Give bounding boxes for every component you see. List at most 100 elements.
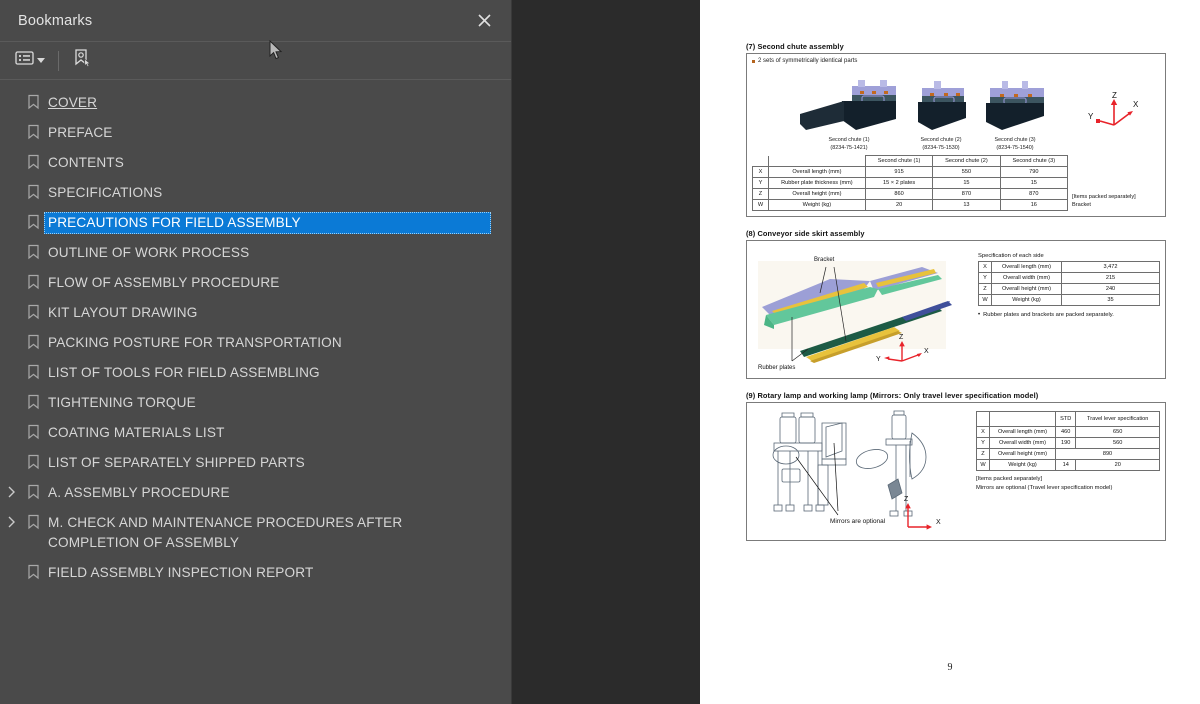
bookmark-item-outline-of-work-process[interactable]: OUTLINE OF WORK PROCESS [0, 238, 511, 268]
bookmark-options-button[interactable] [12, 48, 48, 74]
axis-indicator-7: Z X Y [1086, 89, 1144, 138]
section-7: (7) Second chute assembly 2 sets of symm… [746, 42, 1166, 217]
table-cell-value: 240 [1061, 283, 1160, 295]
bookmark-item-coating-materials-list[interactable]: COATING MATERIALS LIST [0, 418, 511, 448]
bookmark-item-label: PRECAUTIONS FOR FIELD ASSEMBLY [44, 212, 491, 234]
bookmark-item-contents[interactable]: CONTENTS [0, 148, 511, 178]
bookmark-item-cover[interactable]: COVER [0, 88, 511, 118]
bookmark-item-label: A. ASSEMBLY PROCEDURE [48, 485, 230, 500]
table-row: Y Overall width (mm) 215 [978, 272, 1160, 284]
table-header-chute1: Second chute (1) [864, 155, 934, 167]
section-8-table: X Overall length (mm) 3,472 Y Overall wi… [978, 261, 1160, 306]
section-7-note: 2 sets of symmetrically identical parts [752, 58, 1160, 64]
table-cell-value: 790 [999, 166, 1069, 178]
bookmarks-toolbar [0, 42, 511, 80]
section-7-title: (7) Second chute assembly [746, 42, 844, 51]
svg-text:Y: Y [1088, 112, 1094, 121]
table-row: W Weight (kg) 35 [978, 294, 1160, 306]
bullet-square-icon [752, 59, 755, 63]
bookmark-item-tightening-torque[interactable]: TIGHTENING TORQUE [0, 388, 511, 418]
chevron-right-icon[interactable] [0, 482, 22, 498]
spec-title: Specification of each side [978, 253, 1044, 259]
table-cell-value: 15 [999, 177, 1069, 189]
bookmark-flag-icon [22, 482, 44, 500]
section-9-spec: STD Travel lever specification X Overall… [976, 407, 1160, 535]
bookmark-item-packing-posture-for-transportation[interactable]: PACKING POSTURE FOR TRANSPORTATION [0, 328, 511, 358]
table-cell-label: Overall width (mm) [989, 437, 1056, 449]
figure-caption: Second chute (2) [920, 137, 962, 143]
bookmark-item-flow-of-assembly-procedure[interactable]: FLOW OF ASSEMBLY PROCEDURE [0, 268, 511, 298]
bookmark-item-field-assembly-inspection-report[interactable]: FIELD ASSEMBLY INSPECTION REPORT [0, 558, 511, 588]
table-cell-axis: Z [752, 188, 769, 200]
bookmark-flag-icon [22, 152, 44, 170]
section-8: (8) Conveyor side skirt assembly Bracket… [746, 229, 1166, 379]
table-cell-value: 215 [1061, 272, 1160, 284]
table-header-row: Second chute (1) Second chute (2) Second… [752, 155, 1069, 167]
table-cell-value: 915 [864, 166, 934, 178]
bookmark-item-label: FIELD ASSEMBLY INSPECTION REPORT [48, 565, 314, 580]
table-cell-value-travel: 20 [1075, 459, 1160, 471]
table-cell-value-travel: 560 [1075, 437, 1160, 449]
svg-text:Z: Z [1112, 91, 1117, 100]
bookmark-item-a-assembly-procedure[interactable]: A. ASSEMBLY PROCEDURE [0, 478, 511, 508]
bookmark-item-kit-layout-drawing[interactable]: KIT LAYOUT DRAWING [0, 298, 511, 328]
pdf-viewer-window: Bookmarks COVER PREFACE CONTENTS SPECIFI… [0, 0, 1200, 704]
bookmark-flag-icon [22, 212, 44, 230]
bookmark-item-label: LIST OF TOOLS FOR FIELD ASSEMBLING [48, 365, 320, 380]
figure-caption: Second chute (1) [828, 137, 870, 143]
bookmark-item-precautions-for-field-assembly[interactable]: PRECAUTIONS FOR FIELD ASSEMBLY [0, 208, 511, 238]
bookmark-flag-icon [22, 272, 44, 290]
table-cell-value-std: 190 [1054, 437, 1077, 449]
table-cell-value: 20 [864, 199, 934, 211]
bookmark-flag-icon [22, 362, 44, 380]
table-cell-label: Overall length (mm) [767, 166, 866, 178]
table-cell-label: Weight (kg) [991, 294, 1062, 306]
close-icon[interactable] [471, 8, 497, 34]
section-7-figures: Second chute (1) (8234-75-1421) Second c… [752, 66, 1160, 152]
table-cell-label: Overall width (mm) [991, 272, 1062, 284]
bookmark-flag-icon [22, 332, 44, 350]
svg-text:Rubber plates: Rubber plates [758, 365, 795, 371]
bookmark-item-preface[interactable]: PREFACE [0, 118, 511, 148]
figure-part-number: (8234-75-1530) [922, 145, 960, 151]
bookmark-item-specifications[interactable]: SPECIFICATIONS [0, 178, 511, 208]
table-row: W Weight (kg) 20 13 16 [752, 199, 1069, 211]
section-7-table-row: Second chute (1) Second chute (2) Second… [752, 152, 1160, 211]
bookmark-flag-icon [22, 512, 44, 530]
section-9-box: Mirrors are optional Z X STD Travel leve… [746, 402, 1166, 541]
table-header-chute3: Second chute (3) [999, 155, 1069, 167]
bullet-dot-icon: • [978, 312, 981, 318]
bookmark-item-label: OUTLINE OF WORK PROCESS [48, 245, 250, 260]
table-cell-value-std: 14 [1054, 459, 1077, 471]
table-cell-value: 16 [999, 199, 1069, 211]
document-viewer[interactable]: (7) Second chute assembly 2 sets of symm… [512, 0, 1200, 704]
figure-caption: Second chute (3) [994, 137, 1036, 143]
bookmark-flag-icon [22, 422, 44, 440]
table-cell-value: 870 [999, 188, 1069, 200]
bookmarks-list[interactable]: COVER PREFACE CONTENTS SPECIFICATIONS PR… [0, 80, 511, 704]
table-cell-label: Weight (kg) [989, 459, 1056, 471]
table-cell-value-merged: 890 [1055, 448, 1160, 460]
table-cell-axis: X [752, 166, 769, 178]
bookmark-item-list-of-separately-shipped-parts[interactable]: LIST OF SEPARATELY SHIPPED PARTS [0, 448, 511, 478]
bookmark-item-list-of-tools-for-field-assembling[interactable]: LIST OF TOOLS FOR FIELD ASSEMBLING [0, 358, 511, 388]
table-row: Z Overall height (mm) 240 [978, 283, 1160, 295]
section-9: (9) Rotary lamp and working lamp (Mirror… [746, 391, 1166, 541]
table-header-std: STD [1054, 411, 1077, 427]
section-9-table: STD Travel lever specification X Overall… [976, 411, 1160, 471]
chevron-right-icon[interactable] [0, 512, 22, 528]
new-bookmark-button[interactable] [69, 48, 95, 74]
bookmark-item-m-check-and-maintenance-procedures[interactable]: M. CHECK AND MAINTENANCE PROCEDURES AFTE… [0, 508, 511, 558]
table-cell-axis: X [976, 426, 990, 438]
table-header-row: STD Travel lever specification [976, 411, 1160, 427]
table-cell-value: 15 [932, 177, 1001, 189]
bookmark-flag-icon [22, 182, 44, 200]
section-9-title: (9) Rotary lamp and working lamp (Mirror… [746, 391, 1039, 400]
table-cell-value-travel: 650 [1075, 426, 1160, 438]
table-cell-value: 550 [932, 166, 1001, 178]
table-row: Z Overall height (mm) 890 [976, 448, 1160, 460]
section-7-box: 2 sets of symmetrically identical parts [746, 53, 1166, 217]
section-7-note-text: 2 sets of symmetrically identical parts [758, 58, 858, 64]
table-cell-empty [752, 155, 769, 167]
bookmark-item-label: SPECIFICATIONS [48, 185, 163, 200]
